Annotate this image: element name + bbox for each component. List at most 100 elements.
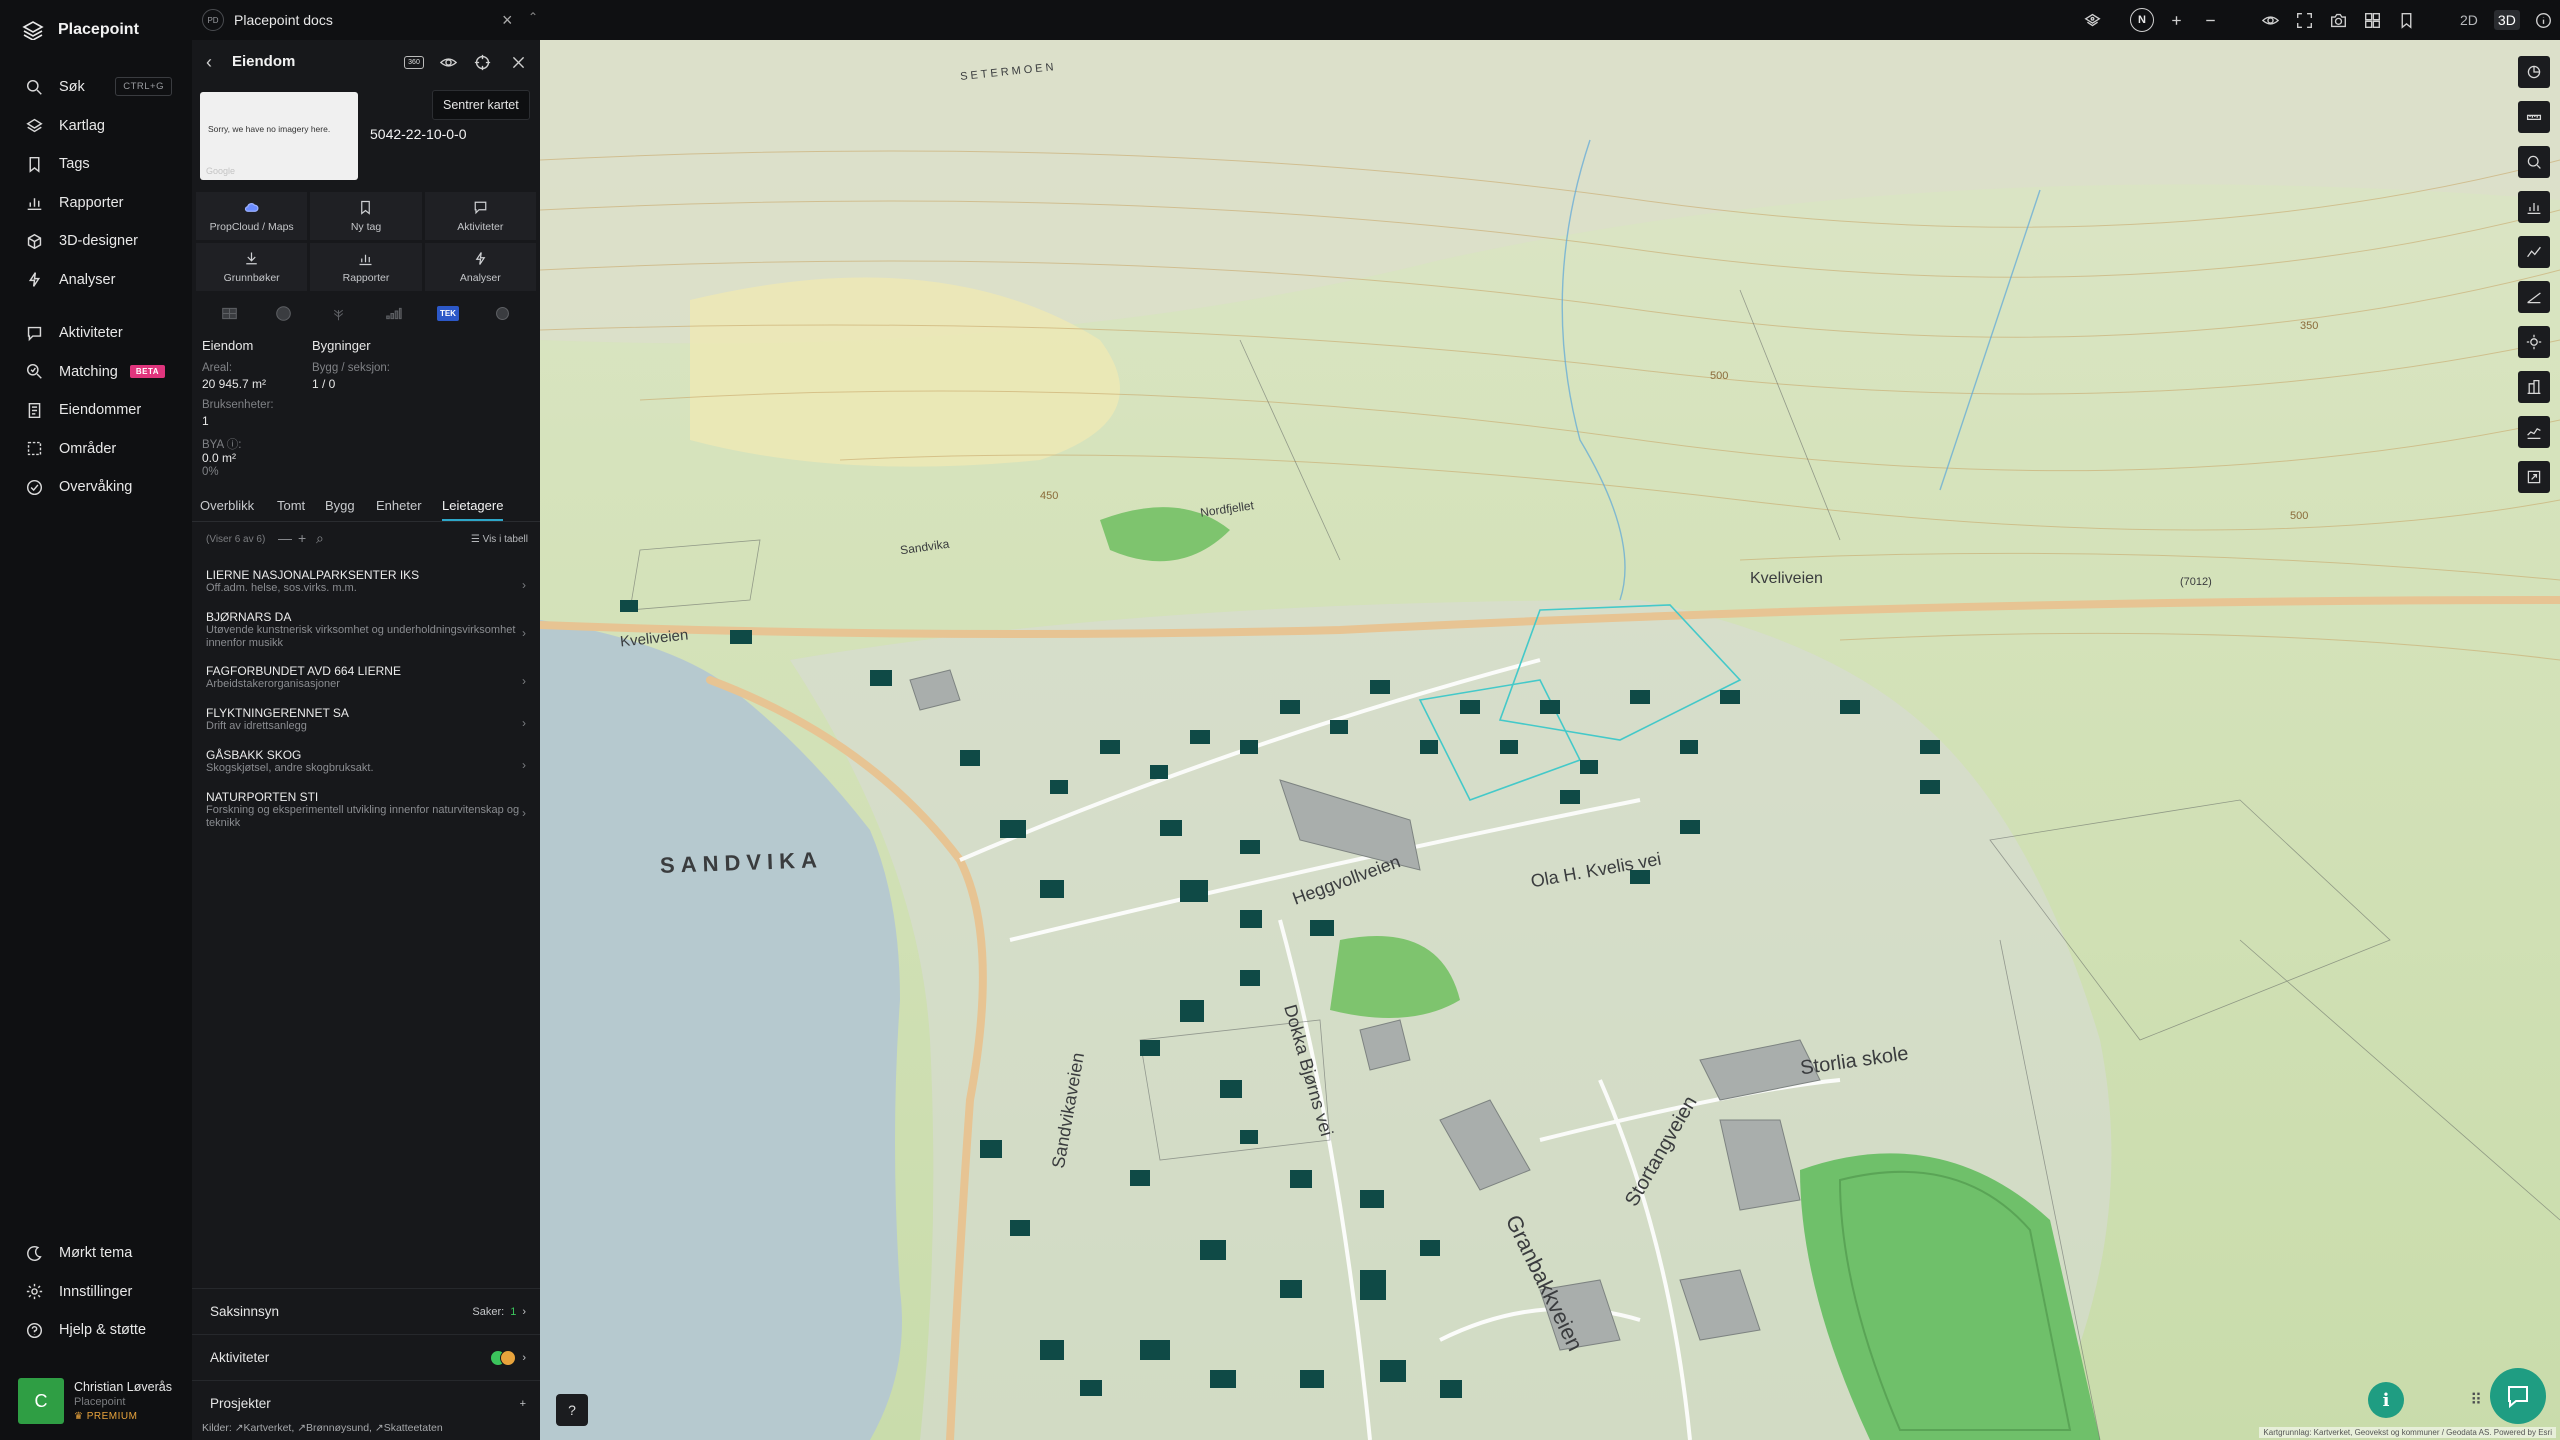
support-chat-button[interactable]	[2490, 1368, 2546, 1424]
tenant-name: NATURPORTEN STI	[206, 790, 319, 804]
grid-layout-icon[interactable]	[2360, 8, 2384, 32]
layers-toggle-icon[interactable]	[2080, 8, 2104, 32]
action-label: PropCloud / Maps	[209, 220, 294, 233]
ruler-icon[interactable]	[2518, 101, 2550, 133]
action-analyser[interactable]: Analyser	[424, 243, 536, 291]
nav-item-analyser[interactable]: Analyser	[0, 261, 190, 300]
nav-item-overvaking[interactable]: Overvåking	[0, 468, 190, 507]
nav-item-tags[interactable]: Tags	[0, 145, 190, 184]
list-item[interactable]: FAGFORBUNDET AVD 664 LIERNE Arbeidstaker…	[192, 660, 540, 702]
tab-leietagere[interactable]: Leietagere	[442, 498, 504, 521]
mode-2d-button[interactable]: 2D	[2456, 10, 2482, 30]
list-item[interactable]: NATURPORTEN STI Forskning og eksperiment…	[192, 786, 540, 840]
nav-item-help[interactable]: Hjelp & støtte	[0, 1311, 190, 1350]
tek-badge-icon[interactable]: TEK	[436, 304, 459, 322]
nav-item-kartlag[interactable]: Kartlag	[0, 107, 190, 146]
back-arrow-icon[interactable]: ‹	[206, 52, 212, 73]
thumbnail-credit: Google	[206, 166, 236, 176]
action-propcloud[interactable]: PropCloud / Maps	[196, 192, 308, 240]
lightning-icon	[28, 272, 41, 287]
action-grunnboker[interactable]: Grunnbøker	[196, 243, 308, 291]
brand[interactable]: Placepoint	[22, 20, 139, 40]
bya-percent: 0%	[202, 466, 219, 478]
center-map-icon[interactable]	[470, 50, 494, 74]
action-ny-tag[interactable]: Ny tag	[310, 192, 422, 240]
map-help-button[interactable]: ?	[556, 1394, 588, 1426]
nav-item-search[interactable]: Søk CTRL+G	[0, 68, 190, 107]
section-saksinnsyn[interactable]: Saksinnsyn Saker: 1 ›	[192, 1288, 540, 1334]
nav-group-tools: Søk CTRL+G Kartlag Tags Rapporter 3D-des…	[0, 68, 190, 299]
building-height-icon[interactable]	[2518, 371, 2550, 403]
property-id: 5042-22-10-0-0	[370, 126, 467, 142]
info-icon[interactable]	[2532, 8, 2556, 32]
badge-360-icon: 360	[404, 55, 424, 69]
tab-tomt[interactable]: Tomt	[277, 498, 305, 513]
add-icon[interactable]: +	[298, 530, 306, 546]
nav-item-rapporter[interactable]: Rapporter	[0, 184, 190, 223]
mode-3d-button[interactable]: 3D	[2493, 10, 2520, 30]
user-card[interactable]: C Christian Løverås Placepoint ♛ PREMIUM	[18, 1378, 188, 1428]
source-link[interactable]: ↗Kartverket,	[235, 1422, 295, 1434]
compass-button[interactable]: N	[2130, 8, 2154, 32]
street-view-360-button[interactable]: 360	[402, 50, 426, 74]
close-icon[interactable]: ×	[502, 10, 513, 31]
nav-item-dark-theme[interactable]: Mørkt tema	[0, 1234, 190, 1273]
measure-area-icon[interactable]	[2518, 56, 2550, 88]
add-project-button[interactable]: +	[520, 1398, 526, 1410]
map-export-icon[interactable]	[2518, 461, 2550, 493]
section-aktiviteter[interactable]: Aktiviteter ›	[192, 1334, 540, 1380]
tab-overblikk[interactable]: Overblikk	[200, 498, 254, 513]
bookmark-icon[interactable]	[2394, 8, 2418, 32]
tab-enheter[interactable]: Enheter	[376, 498, 422, 513]
energy-globe-icon[interactable]	[273, 304, 295, 322]
chevron-updown-icon[interactable]: ⌃	[528, 10, 538, 24]
map-info-button[interactable]: i	[2368, 1382, 2404, 1418]
section-prosjekter[interactable]: Prosjekter +	[192, 1380, 540, 1426]
slope-icon[interactable]	[2518, 281, 2550, 313]
camera-icon[interactable]	[2326, 8, 2350, 32]
sources-label: Kilder:	[202, 1422, 232, 1434]
list-item[interactable]: GÅSBAKK SKOG Skogskjøtsel, andre skogbru…	[192, 744, 540, 786]
drag-handle-icon[interactable]: ⠿	[2470, 1390, 2482, 1410]
view-analysis-icon[interactable]	[2518, 146, 2550, 178]
nav-item-aktiviteter[interactable]: Aktiviteter	[0, 314, 190, 353]
section-cut-icon[interactable]	[2518, 416, 2550, 448]
doc-tab[interactable]: PD Placepoint docs × ⌃	[202, 6, 722, 34]
eye-icon[interactable]	[436, 50, 460, 74]
nav-item-matching[interactable]: Matching BETA	[0, 353, 190, 392]
user-name: Christian Løverås	[74, 1380, 172, 1394]
chart-icon[interactable]	[2518, 191, 2550, 223]
nav-item-3d-designer[interactable]: 3D-designer	[0, 222, 190, 261]
list-item[interactable]: LIERNE NASJONALPARKSENTER IKS Off.adm. h…	[192, 564, 540, 606]
show-in-table-button[interactable]: ☰ Vis i tabell	[471, 534, 528, 545]
action-rapporter[interactable]: Rapporter	[310, 243, 422, 291]
signal-bars-icon[interactable]	[382, 304, 404, 322]
agriculture-icon[interactable]	[328, 304, 350, 322]
search-shortcut: CTRL+G	[115, 77, 172, 96]
nav-item-omrader[interactable]: Områder	[0, 430, 190, 469]
source-link[interactable]: ↗Brønnøysund,	[297, 1422, 372, 1434]
sun-icon[interactable]	[2518, 326, 2550, 358]
warning-triangle-icon[interactable]	[492, 304, 514, 322]
list-item[interactable]: FLYKTNINGERENNET SA Drift av idrettsanle…	[192, 702, 540, 744]
zoom-in-icon[interactable]	[2164, 8, 2188, 32]
areal-value: 20 945.7 m²	[202, 377, 267, 391]
map-canvas[interactable]	[540, 40, 2560, 1440]
list-item[interactable]: BJØRNARS DA Utøvende kunstnerisk virksom…	[192, 606, 540, 660]
nav-item-eiendommer[interactable]: Eiendommer	[0, 391, 190, 430]
close-icon[interactable]	[506, 50, 530, 74]
search-icon[interactable]: ⌕	[316, 530, 324, 547]
eye-icon[interactable]	[2258, 8, 2282, 32]
property-thumbnail[interactable]: Sorry, we have no imagery here. Google	[200, 92, 358, 180]
action-aktiviteter[interactable]: Aktiviteter	[424, 192, 536, 240]
map-3d-view[interactable]: SETERMOEN Sandvika Nordfjellet Kveliveie…	[540, 40, 2560, 1440]
elevation-profile-icon[interactable]	[2518, 236, 2550, 268]
source-link[interactable]: ↗Skatteetaten	[375, 1422, 443, 1434]
tab-bygg[interactable]: Bygg	[325, 498, 355, 513]
zoom-out-icon[interactable]	[2198, 8, 2222, 32]
nav-item-settings[interactable]: Innstillinger	[0, 1273, 190, 1312]
solar-panel-icon[interactable]	[218, 304, 240, 322]
search-icon	[26, 79, 42, 95]
fullscreen-icon[interactable]	[2292, 8, 2316, 32]
collapse-icon[interactable]: —	[278, 530, 292, 546]
